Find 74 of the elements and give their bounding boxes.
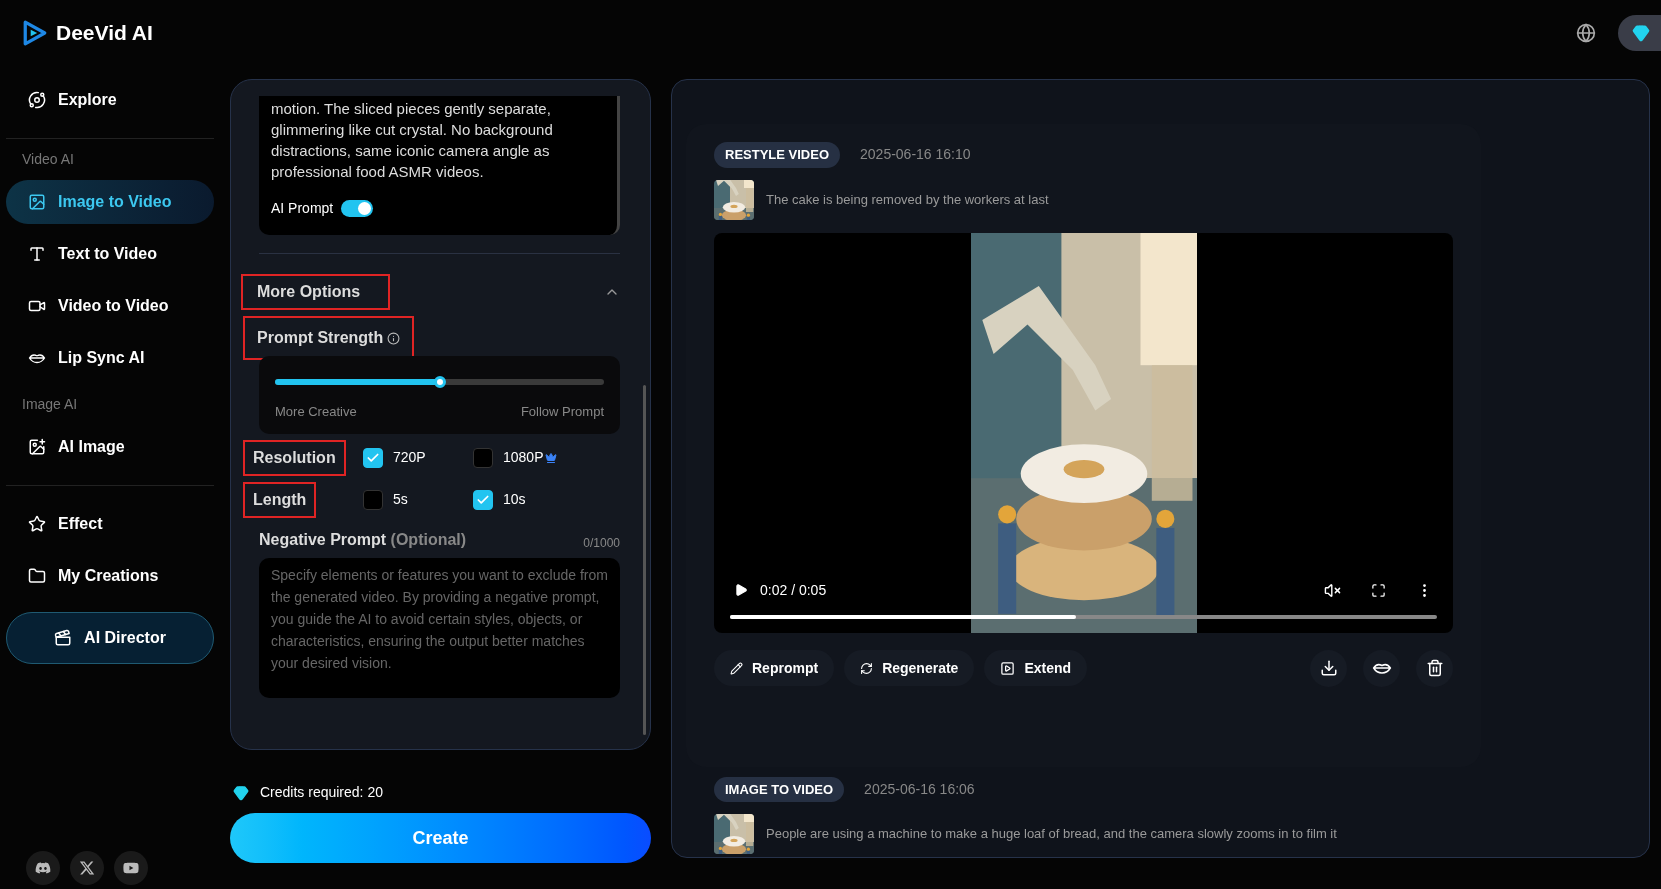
timestamp: 2025-06-16 16:10 <box>860 145 971 165</box>
sidebar-item[interactable]: Image to Video <box>6 180 214 224</box>
option-label: Resolution <box>253 448 336 466</box>
play-icon[interactable] <box>734 583 748 597</box>
logo-icon <box>22 19 48 47</box>
description: People are using a machine to make a huge loaf of bread, and the camera slowly zooms in to film it <box>766 825 1337 844</box>
lip-sync-icon[interactable] <box>1363 649 1400 687</box>
diamond-icon <box>232 784 250 801</box>
checkbox[interactable] <box>363 489 383 510</box>
ai-prompt-toggle[interactable] <box>341 200 374 217</box>
fullscreen-icon[interactable] <box>1371 582 1386 598</box>
prompt-strength-label: Prompt Strength <box>257 328 384 348</box>
pencil-icon <box>730 661 743 675</box>
refresh-icon <box>860 661 874 675</box>
prompt-field[interactable]: motion. The sliced pieces gently separate, glimmering like cut crystal. No background distractions, same iconic camera angle as professional food ASMR videos. AI Prompt <box>259 96 620 235</box>
type-badge: RESTYLE VIDEO <box>714 142 841 168</box>
timestamp: 2025-06-16 16:06 <box>864 779 975 799</box>
negative-prompt-field[interactable]: Specify elements or features you want to exclude from the generated video. By providing a negative prompt, you guide the AI to avoid certain styles, objects, or characteristics, ensuring the output better matches your desired vision. <box>259 557 620 698</box>
min-label: More Creative <box>275 403 357 421</box>
progress-bar[interactable] <box>730 614 1437 619</box>
section-heading: Image AI <box>21 395 79 414</box>
action-button[interactable]: Extend <box>984 650 1088 686</box>
prompt-text: motion. The sliced pieces gently separate, glimmering like cut crystal. No background distractions, same iconic camera angle as professional food ASMR videos. <box>271 99 554 182</box>
folder-icon <box>28 567 46 585</box>
download-icon[interactable] <box>1310 649 1347 687</box>
choice-label: 5s <box>393 490 408 509</box>
option-label: Length <box>253 490 307 508</box>
info-icon[interactable] <box>387 331 401 345</box>
mute-icon[interactable] <box>1324 581 1341 599</box>
star-icon <box>28 515 46 533</box>
sidebar-item[interactable]: Explore <box>6 78 214 122</box>
planet-icon <box>28 91 46 109</box>
video-frame-icon <box>1000 660 1016 676</box>
slider-thumb[interactable] <box>433 376 446 388</box>
type-badge: IMAGE TO VIDEO <box>714 776 845 802</box>
image-plus-icon <box>28 438 46 456</box>
credits-pill[interactable] <box>1618 15 1661 51</box>
description: The cake is being removed by the workers at last <box>766 190 1049 209</box>
checkbox[interactable] <box>473 489 493 510</box>
language-icon[interactable] <box>1576 23 1596 43</box>
clapperboard-icon <box>54 629 73 647</box>
ai-director-button[interactable]: AI Director <box>6 612 214 664</box>
sidebar-item[interactable]: My Creations <box>6 554 214 598</box>
negative-prompt-label: Negative Prompt (Optional) <box>259 529 467 550</box>
crown-icon <box>545 451 558 464</box>
ai-prompt-label: AI Prompt <box>271 199 334 218</box>
video-player[interactable]: 0:02 / 0:05 <box>714 232 1453 633</box>
action-button[interactable]: Regenerate <box>844 650 975 686</box>
checkbox[interactable] <box>363 447 383 468</box>
action-button[interactable]: Reprompt <box>714 650 835 686</box>
sidebar-item[interactable]: AI Image <box>6 425 214 469</box>
checkbox[interactable] <box>473 447 493 468</box>
credits-text: Credits required: 20 <box>260 783 383 802</box>
char-count: 0/1000 <box>583 534 620 552</box>
max-label: Follow Prompt <box>520 403 604 421</box>
brand-name: DeeVid AI <box>56 20 153 47</box>
choice-label: 10s <box>503 490 526 509</box>
more-options-heading: More Options <box>256 283 362 300</box>
image-icon <box>28 193 46 211</box>
sidebar-item[interactable]: Lip Sync AI <box>6 336 214 380</box>
x-icon[interactable] <box>70 851 104 885</box>
diamond-icon <box>1632 24 1650 42</box>
section-heading: Video AI <box>21 150 75 169</box>
video-time: 0:02 / 0:05 <box>760 580 827 600</box>
sidebar-item[interactable]: Text to Video <box>6 232 214 276</box>
youtube-icon[interactable] <box>114 851 148 885</box>
delete-icon[interactable] <box>1416 649 1453 687</box>
sidebar-item[interactable]: Video to Video <box>6 284 214 328</box>
text-icon <box>28 245 46 263</box>
choice-label: 1080P <box>503 448 544 467</box>
sidebar-item[interactable]: Effect <box>6 502 214 546</box>
choice-label: 720P <box>393 448 426 467</box>
discord-icon[interactable] <box>26 851 60 885</box>
strength-slider[interactable] <box>275 376 604 388</box>
